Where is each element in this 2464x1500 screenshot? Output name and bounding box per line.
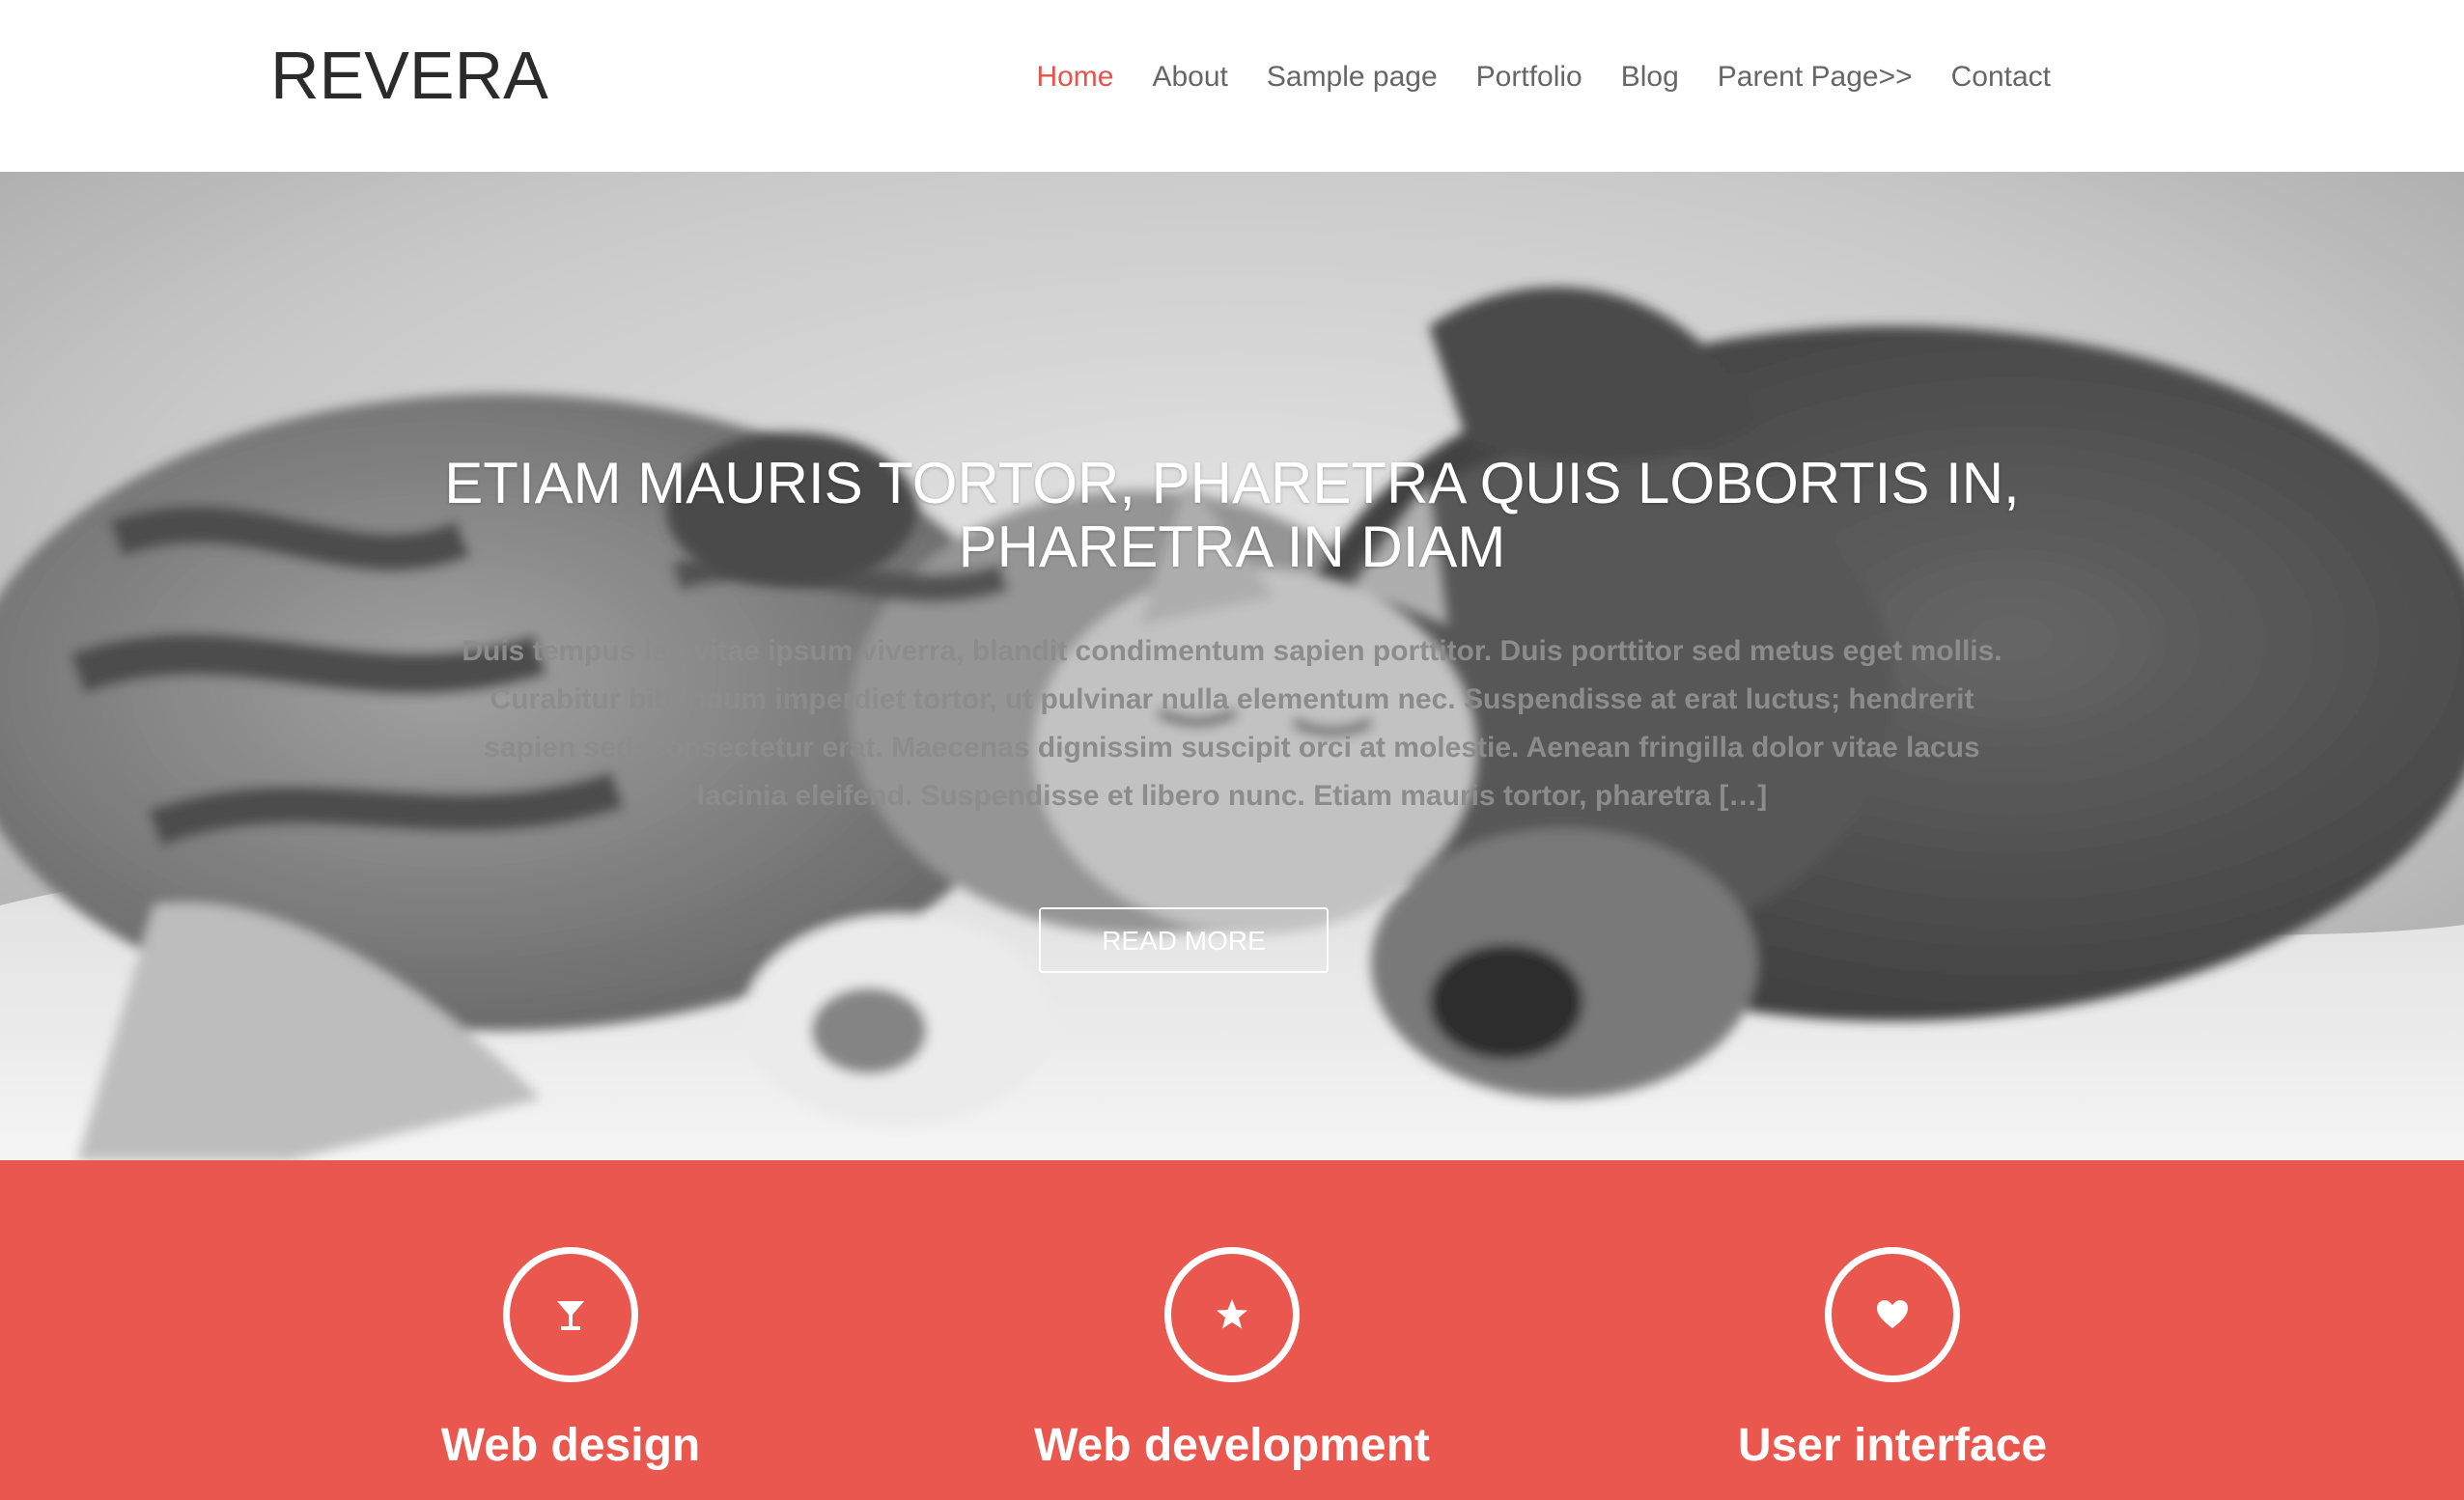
nav-item-sample-page[interactable]: Sample page bbox=[1267, 56, 1438, 98]
hero-slider: ETIAM MAURIS TORTOR, PHARETRA QUIS LOBOR… bbox=[0, 172, 2464, 1160]
nav-item-contact[interactable]: Contact bbox=[1951, 56, 2051, 98]
nav-item-portfolio[interactable]: Portfolio bbox=[1476, 56, 1582, 98]
star-icon bbox=[1164, 1247, 1300, 1382]
site-header: REVERA Home About Sample page Portfolio … bbox=[0, 0, 2464, 172]
nav-item-blog[interactable]: Blog bbox=[1621, 56, 1679, 98]
main-navigation: Home About Sample page Portfolio Blog Pa… bbox=[997, 56, 2051, 98]
hero-excerpt: Duis tempus leo vitae ipsum viverra, bla… bbox=[462, 635, 2002, 812]
read-more-button[interactable]: READ MORE bbox=[1039, 907, 1329, 973]
hero-title[interactable]: ETIAM MAURIS TORTOR, PHARETRA QUIS LOBOR… bbox=[444, 452, 2020, 579]
nav-item-parent-page[interactable]: Parent Page>> bbox=[1718, 56, 1913, 98]
site-logo[interactable]: REVERA bbox=[270, 35, 548, 116]
hero-content: ETIAM MAURIS TORTOR, PHARETRA QUIS LOBOR… bbox=[444, 452, 2020, 820]
service-title: Web development bbox=[1034, 1420, 1430, 1471]
services-section: Web design Web development User interfac… bbox=[0, 1160, 2464, 1500]
heart-icon bbox=[1825, 1247, 1960, 1382]
nav-item-about[interactable]: About bbox=[1152, 56, 1227, 98]
nav-item-home[interactable]: Home bbox=[1036, 56, 1113, 98]
service-title: User interface bbox=[1737, 1420, 2048, 1471]
service-title: Web design bbox=[440, 1420, 701, 1471]
cocktail-glass-icon bbox=[503, 1247, 638, 1382]
